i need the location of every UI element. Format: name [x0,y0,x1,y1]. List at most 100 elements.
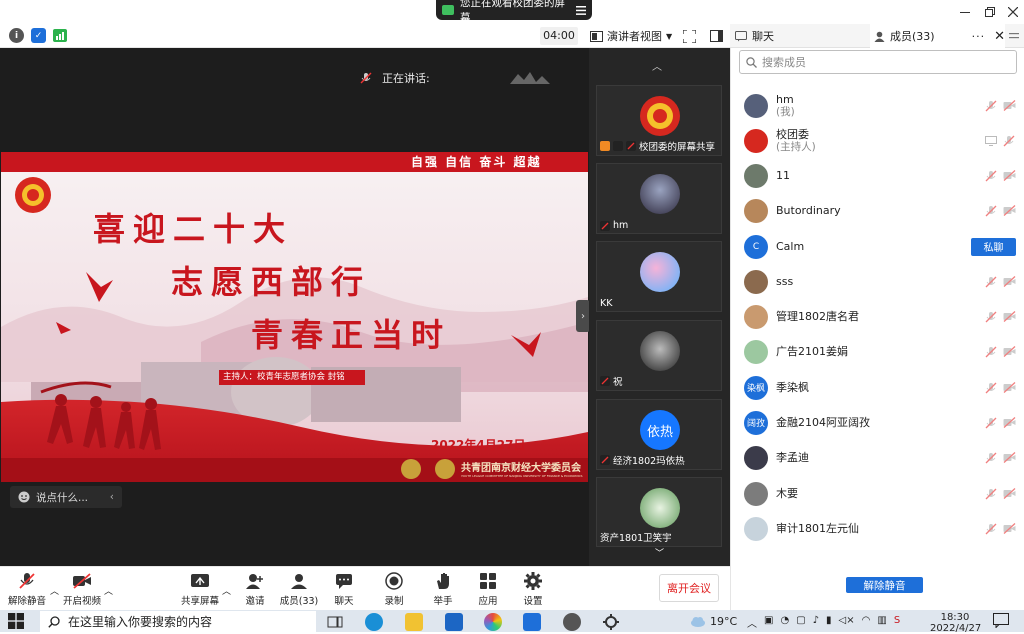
video-off-icon[interactable] [1002,204,1016,218]
member-row[interactable]: hm (我) [738,88,1020,123]
muted-mic-icon[interactable] [984,275,998,289]
minimize-button[interactable] [952,0,978,24]
chevron-up-icon[interactable]: ︿ [104,584,113,597]
windows-start-icon[interactable] [8,613,24,629]
network-icon[interactable]: ◠ [862,615,871,630]
unmute-all-button[interactable]: 解除静音 [846,577,923,593]
thumbnail-tile[interactable]: 依热 经济1802玛依热 [596,399,722,470]
video-off-icon[interactable] [1002,310,1016,324]
muted-mic-icon[interactable] [984,487,998,501]
tab-members[interactable]: 成员(33) ··· ✕ [870,24,1005,48]
sidebar-toggle-icon[interactable] [710,30,723,42]
file-explorer-icon[interactable] [405,613,423,631]
chat-button[interactable]: 聊天 [319,572,369,607]
chevron-up-icon[interactable]: ︿ [652,58,662,73]
tray-app-icon[interactable]: ♪ [813,615,819,630]
leave-meeting-button[interactable]: 离开会议 [659,574,719,602]
notifications-icon[interactable] [993,613,1009,628]
member-row[interactable]: 木要 [738,476,1020,511]
unmute-button[interactable]: 解除静音 [2,572,52,607]
task-view-icon[interactable] [326,613,344,631]
muted-mic-icon[interactable] [984,345,998,359]
screen-share-notice[interactable]: 您正在观看校团委的屏幕 [436,0,592,24]
reaction-input[interactable]: 说点什么... ‹ [10,486,122,508]
member-row[interactable]: 审计1801左元仙 [738,511,1020,546]
weather-widget[interactable]: 19°C [690,615,737,628]
taskbar-clock[interactable]: 18:30 2022/4/27 [930,612,981,634]
member-row[interactable]: 染枫 季染枫 [738,370,1020,405]
chevron-down-icon[interactable]: ﹀ [655,546,664,559]
thumbnail-tile[interactable]: 资产1801卫笑宇 [596,477,722,547]
info-icon[interactable]: i [9,28,24,43]
close-icon[interactable]: ✕ [994,29,1005,44]
member-row[interactable]: 广告2101姜娟 [738,334,1020,369]
video-off-icon[interactable] [1002,487,1016,501]
panel-collapse-icon[interactable] [1009,24,1019,48]
member-row[interactable]: Butordinary [738,193,1020,228]
start-video-button[interactable]: 开启视频 [57,572,107,607]
record-button[interactable]: 录制 [369,572,419,607]
microphone-icon[interactable]: ▮ [826,615,832,630]
screen-share-icon[interactable] [984,134,998,148]
members-button[interactable]: 成员(33) [274,572,324,607]
video-off-icon[interactable] [1002,416,1016,430]
video-off-icon[interactable] [1002,451,1016,465]
private-chat-button[interactable]: 私聊 [971,237,1016,256]
signal-strength-icon[interactable] [53,29,67,42]
ime-icon[interactable]: S [894,615,900,630]
mail-icon[interactable] [445,613,463,631]
tray-app-icon[interactable]: ▢ [796,615,805,630]
thumbnail-tile[interactable]: KK [596,241,722,312]
close-window-button[interactable] [1000,0,1024,24]
muted-mic-icon[interactable] [984,310,998,324]
emoji-icon[interactable] [18,491,30,503]
video-off-icon[interactable] [1002,522,1016,536]
member-row[interactable]: 阔孜 金融2104阿亚阔孜 [738,405,1020,440]
member-row[interactable]: 11 [738,158,1020,193]
settings-button[interactable]: 设置 [508,572,558,607]
photos-app-icon[interactable] [484,613,502,631]
thumbnail-tile[interactable]: 祝 [596,320,722,391]
thumbnail-tile[interactable]: 校团委的屏幕共享 [596,85,722,156]
thumbnail-tile[interactable]: hm [596,163,722,234]
member-row[interactable]: 管理1802唐名君 [738,299,1020,334]
tray-app-icon[interactable]: ◔ [780,615,789,630]
video-off-icon[interactable] [1002,381,1016,395]
edge-browser-icon[interactable] [365,613,383,631]
share-screen-button[interactable]: 共享屏幕 [175,572,225,607]
muted-mic-icon[interactable] [984,99,998,113]
member-row[interactable]: C Calm 私聊 [738,229,1020,264]
tray-app-icon[interactable]: ▣ [764,615,773,630]
chevron-up-icon[interactable]: ︿ [747,615,757,630]
video-off-icon[interactable] [1002,169,1016,183]
muted-mic-icon[interactable] [984,204,998,218]
gear-icon[interactable] [602,613,620,631]
chevron-left-icon[interactable]: ‹ [110,491,114,503]
video-off-icon[interactable] [1002,275,1016,289]
meeting-app-icon[interactable] [523,613,541,631]
tab-chat[interactable]: 聊天 [735,24,774,48]
member-row[interactable]: 李孟迪 [738,440,1020,475]
media-app-icon[interactable] [563,613,581,631]
muted-mic-icon[interactable] [984,381,998,395]
muted-mic-icon[interactable] [1002,134,1016,148]
muted-mic-icon[interactable] [984,451,998,465]
member-row[interactable]: sss [738,264,1020,299]
view-mode-dropdown[interactable]: 演讲者视图 ▼ [590,27,672,45]
member-row[interactable]: 校团委 (主持人) [738,123,1020,158]
menu-icon[interactable] [576,5,586,15]
tray-app-icon[interactable]: ▥ [877,615,886,630]
raise-hand-button[interactable]: 举手 [418,572,468,607]
invite-button[interactable]: 邀请 [230,572,280,607]
speaker-muted-icon[interactable]: ◁× [839,615,855,630]
video-off-icon[interactable] [1002,99,1016,113]
fullscreen-icon[interactable] [683,30,696,43]
more-options-icon[interactable]: ··· [972,30,986,43]
muted-mic-icon[interactable] [984,169,998,183]
collapse-strip-button[interactable]: › [576,300,590,332]
muted-mic-icon[interactable] [984,522,998,536]
video-off-icon[interactable] [1002,345,1016,359]
muted-mic-icon[interactable] [984,416,998,430]
taskbar-search-input[interactable]: 在这里输入你要搜索的内容 [40,611,316,632]
apps-button[interactable]: 应用 [463,572,513,607]
